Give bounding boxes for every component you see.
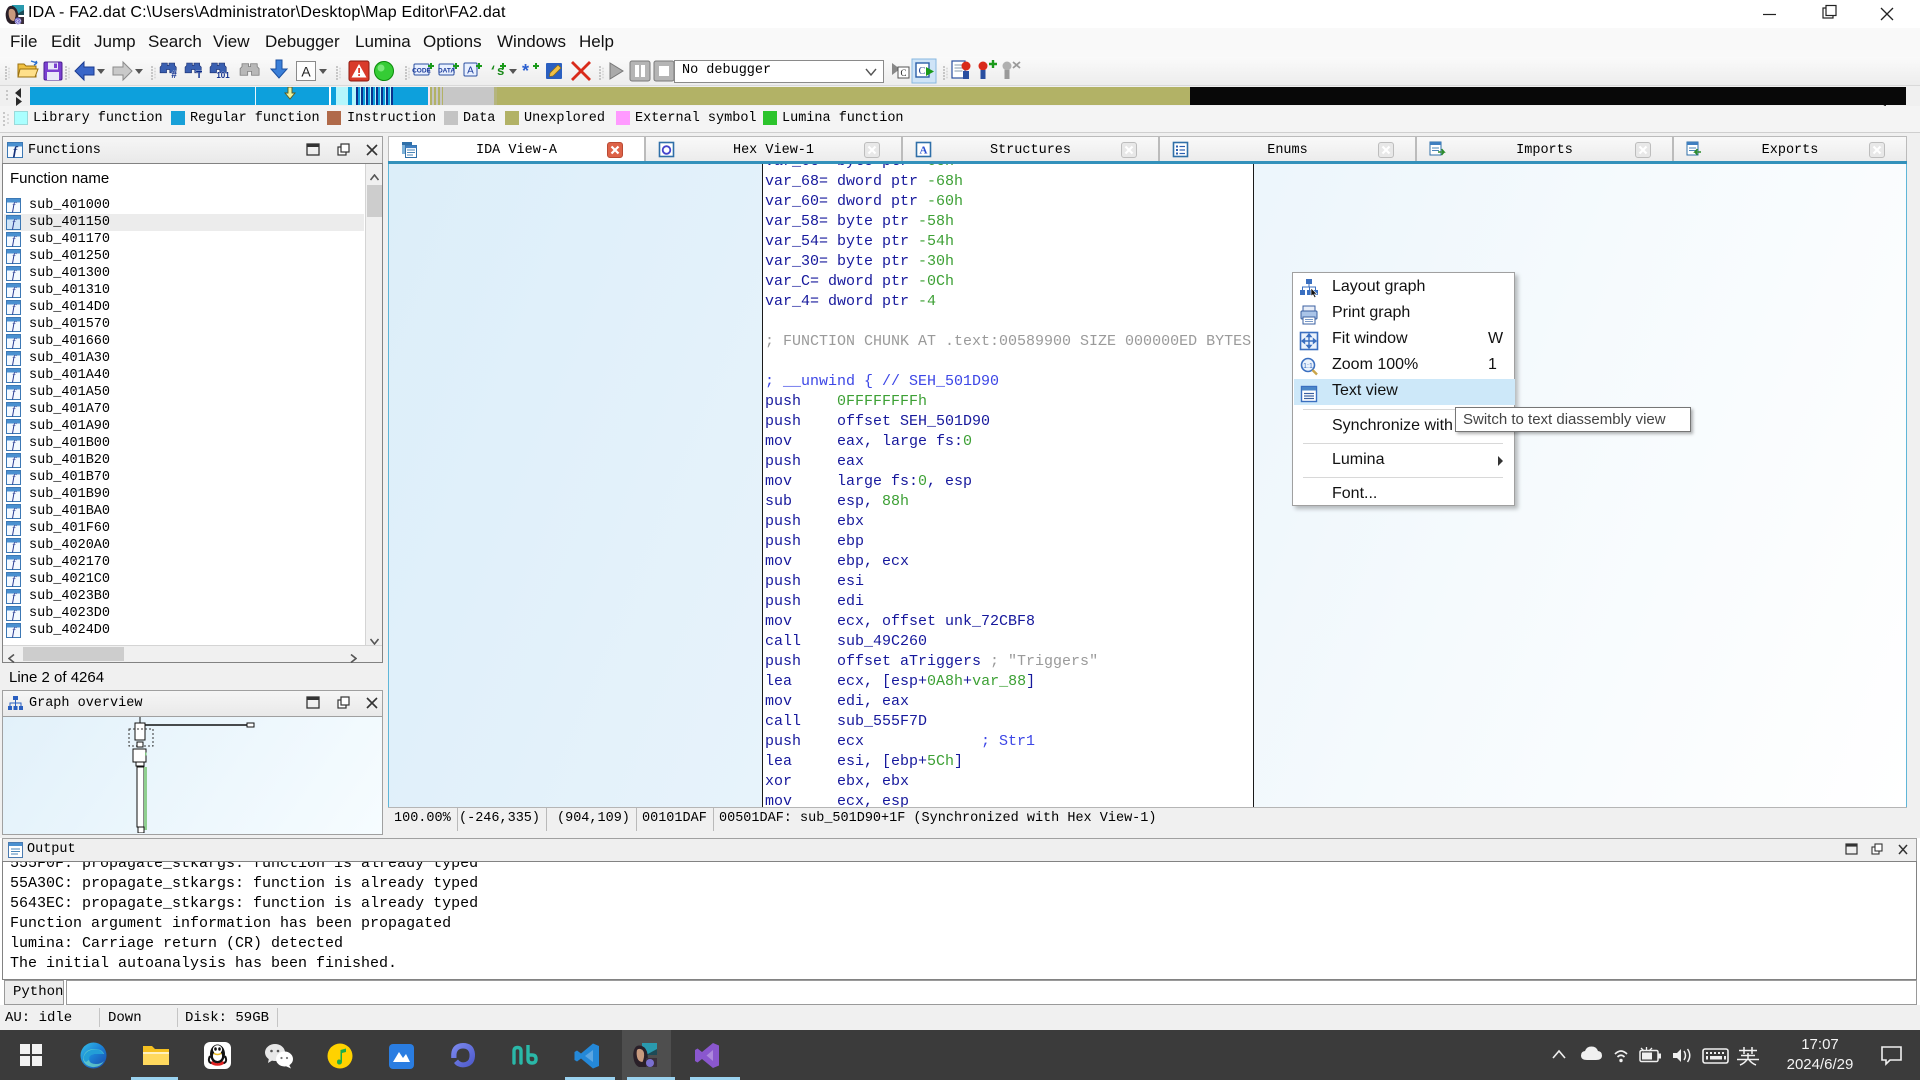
svg-text:*: * bbox=[522, 61, 529, 81]
svg-text:T: T bbox=[196, 70, 202, 81]
svg-text:#: # bbox=[171, 70, 177, 81]
svg-text:C: C bbox=[900, 68, 906, 78]
svg-text:A: A bbox=[467, 66, 474, 77]
svg-text:A: A bbox=[301, 64, 311, 80]
svg-text:1:1: 1:1 bbox=[1303, 363, 1313, 370]
svg-text:32: 32 bbox=[15, 19, 21, 25]
svg-text:C: C bbox=[919, 66, 926, 77]
svg-text:101: 101 bbox=[216, 71, 230, 80]
svg-text:DATA: DATA bbox=[438, 68, 455, 75]
svg-text:CODE: CODE bbox=[412, 68, 431, 75]
